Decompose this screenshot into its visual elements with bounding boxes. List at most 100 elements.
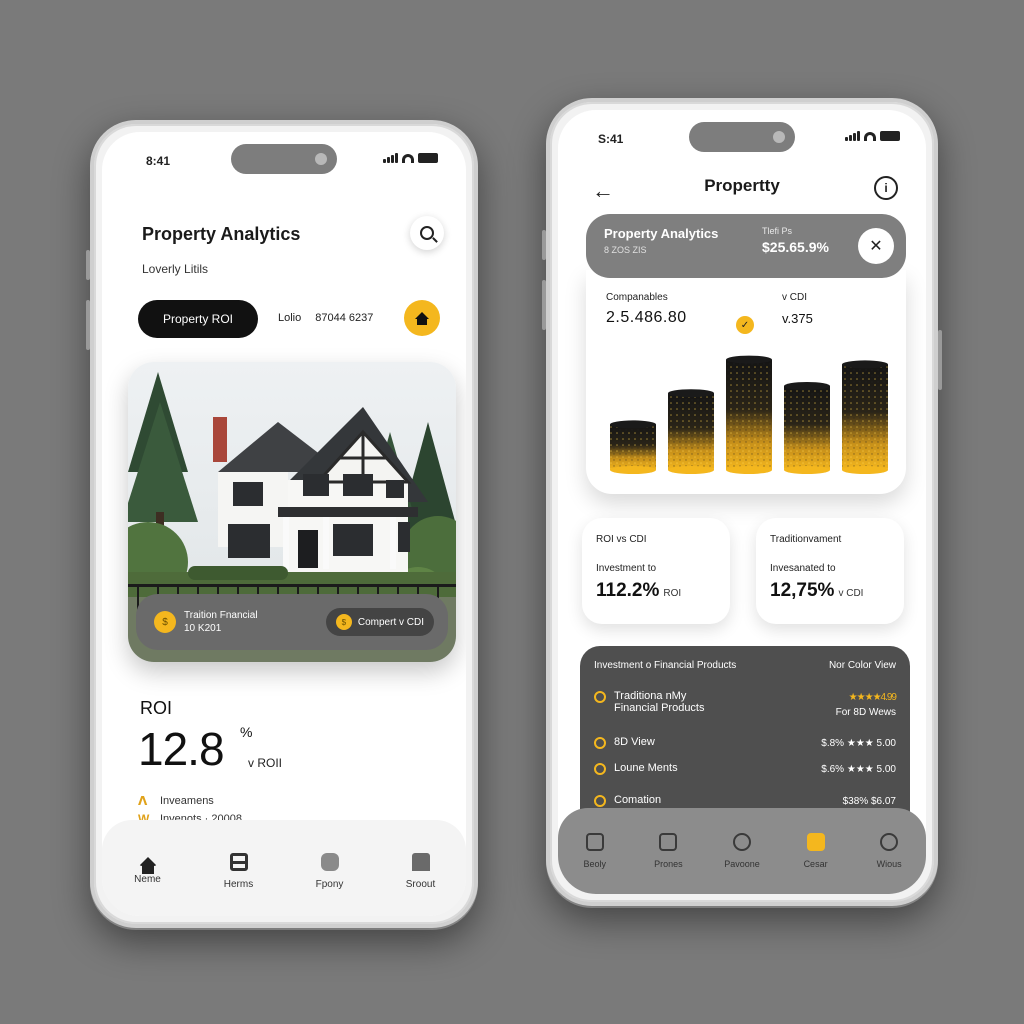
left-phone: 8:41 Property Analytics Loverly Litils P… (90, 120, 478, 928)
rating: $.6% ★★★ 5.00 (821, 764, 896, 775)
page-title: Propertty (704, 176, 780, 195)
home-icon (415, 311, 429, 325)
status-time: 8:41 (146, 154, 171, 168)
investment-row: ᐱ Inveamens (138, 794, 214, 808)
chart-bar (668, 389, 714, 474)
wifi-icon (864, 132, 876, 141)
inline-stat-value: 87044 6237 (315, 312, 374, 324)
tab-cesar[interactable]: Cesar (786, 833, 846, 869)
rating-note: For 8D Wews (835, 707, 896, 718)
home-button[interactable] (404, 300, 440, 336)
tab-wious[interactable]: Wious (859, 833, 919, 869)
home-icon (138, 857, 157, 874)
rating: $38% $6.07 (842, 796, 896, 807)
photo-overlay: $ Traition Fnancial 10 K201 $ Compert v … (136, 594, 448, 650)
roi-vs-cdi-card[interactable]: ROI vs CDI Investment to 112.2% ROI (582, 518, 730, 624)
list-item[interactable]: Traditiona nMy Financial Products ★★★★4.… (594, 690, 897, 720)
roi-unit: % (240, 724, 253, 740)
list-item-name: Comation (614, 794, 662, 806)
page-subtitle: Loverly Litils (142, 262, 209, 276)
status-time: S:41 (598, 132, 624, 146)
wifi-icon (402, 154, 414, 163)
dynamic-island (689, 122, 795, 152)
product-icon (594, 691, 606, 703)
chart-bar (842, 360, 888, 474)
book-icon (659, 833, 678, 851)
header-card-subtitle: 8 ZOS ZIS (604, 245, 647, 255)
view-icon (594, 737, 606, 749)
tab-beoly[interactable]: Beoly (565, 833, 625, 869)
mini-card-value: 112.2% ROI (596, 580, 682, 601)
mini-card-sub: Invesanated to (770, 563, 836, 574)
signal-icon (383, 153, 398, 163)
clock-icon (732, 833, 751, 851)
volume-button (86, 250, 90, 280)
left-tab-bar: Neme Herms Fpony Sroout (102, 820, 466, 916)
chevron-up-icon: ᐱ (138, 794, 148, 808)
chat-icon (806, 833, 825, 851)
mini-card-title: ROI vs CDI (596, 534, 647, 545)
battery-icon (880, 131, 900, 141)
panel-title: Investment o Financial Products (594, 660, 737, 671)
tab-pavoone[interactable]: Pavoone (712, 833, 772, 869)
list-item[interactable]: Loune Ments $.6% ★★★ 5.00 (594, 762, 896, 777)
traditional-investment-card[interactable]: Traditionvament Invesanated to 12,75% v C… (756, 518, 904, 624)
right-screen: S:41 ← Propertty i Companables 2.5.486.8… (558, 110, 926, 894)
bar-chart (610, 355, 888, 474)
inline-stat-label: Lolio (278, 312, 302, 324)
coin-icon: $ (154, 611, 176, 633)
tab-sroout[interactable]: Sroout (385, 852, 457, 890)
list-item-name: Loune Ments (614, 762, 678, 774)
property-roi-button[interactable]: Property ROI (138, 300, 258, 338)
right-phone: S:41 ← Propertty i Companables 2.5.486.8… (546, 98, 938, 906)
tab-label: Beoly (583, 859, 607, 869)
coin-icon: $ (335, 614, 352, 630)
coin-icon (594, 795, 606, 807)
shield-icon (594, 763, 606, 775)
compare-cdi-label: Compert v CDI (357, 616, 424, 628)
header-card-small: Tlefi Ps (762, 226, 793, 236)
search-button[interactable] (410, 216, 444, 250)
close-button[interactable]: ✕ (858, 228, 894, 264)
right-tab-bar: Beoly Prones Pavoone Cesar Wious (558, 808, 926, 894)
page-title: Property Analytics (142, 224, 301, 244)
house-icon (585, 833, 604, 851)
rating: ★★★★4.99 (848, 692, 897, 703)
chart-bar (784, 382, 830, 474)
tab-label: Sroout (405, 878, 436, 890)
power-button (938, 330, 942, 390)
property-photo-card[interactable]: $ Traition Fnancial 10 K201 $ Compert v … (128, 362, 456, 662)
overlay-line-1: Traition Fnancial (184, 610, 258, 621)
investment-text: Inveamens (160, 795, 214, 807)
status-icons (845, 131, 900, 141)
tab-herms[interactable]: Herms (203, 852, 275, 890)
roi-label: ROI (140, 698, 173, 718)
grid-icon (229, 852, 248, 871)
list-item[interactable]: 8D View $.8% ★★★ 5.00 (594, 736, 896, 751)
left-screen: 8:41 Property Analytics Loverly Litils P… (102, 132, 466, 916)
volume-button (86, 300, 90, 350)
signal-icon (845, 131, 860, 141)
tab-fpony[interactable]: Fpony (294, 852, 366, 890)
color-view-link[interactable]: Nor Color View (829, 660, 896, 671)
compare-cdi-button[interactable]: $ Compert v CDI (325, 608, 434, 636)
header-card-title: Property Analytics (604, 226, 719, 241)
property-header-card: Property Analytics 8 ZOS ZIS Tlefi Ps $2… (586, 214, 906, 278)
info-icon[interactable]: i (874, 176, 898, 200)
volume-button (542, 230, 546, 260)
tab-label: Pavoone (724, 859, 760, 869)
tab-label: Neme (134, 874, 161, 885)
list-item[interactable]: Comation $38% $6.07 (594, 794, 896, 809)
volume-button (542, 280, 546, 330)
tab-neme[interactable]: Neme (112, 857, 184, 885)
tab-label: Cesar (803, 859, 828, 869)
comparison-chart-card: Companables 2.5.486.80 ✓ v CDI v.375 (586, 270, 906, 494)
search-icon (420, 226, 434, 240)
roi-value: 12.8 (138, 723, 225, 775)
inline-stat: Lolio 87044 6237 (278, 312, 373, 324)
tab-prones[interactable]: Prones (638, 833, 698, 869)
header-card-value: $25.65.9% (762, 239, 829, 255)
status-icons (383, 153, 438, 163)
mini-card-sub: Investment to (596, 563, 657, 574)
mini-card-value: 12,75% v CDI (770, 580, 864, 601)
